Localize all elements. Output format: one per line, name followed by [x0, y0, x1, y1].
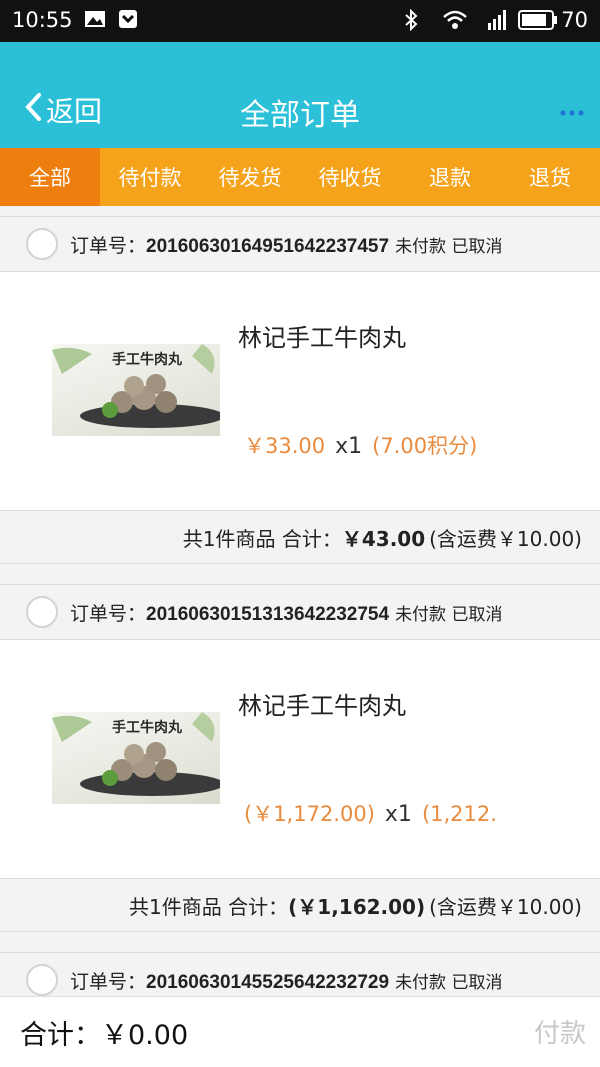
order-header: 订单号：20160630151313642232754 未付款 已取消: [0, 584, 600, 640]
status-time: 10:55: [12, 8, 73, 32]
price-line: (￥1,172.00) x1 (1,212.: [244, 798, 497, 828]
order-item[interactable]: 手工牛肉丸 林记手工牛肉丸 ￥33.00 x1 (7.00积分): [0, 272, 600, 510]
tab-pending-receipt[interactable]: 待收货: [300, 148, 400, 206]
total-value: ￥0.00: [101, 1020, 189, 1051]
order-status: 未付款 已取消: [395, 604, 503, 625]
order-status: 未付款 已取消: [395, 972, 503, 993]
product-points: (1,212.: [421, 802, 497, 826]
price-line: ￥33.00 x1 (7.00积分): [244, 430, 477, 460]
more-icon[interactable]: [560, 102, 584, 121]
shield-notification-icon: [118, 9, 138, 34]
status-bar: 10:55 70: [0, 0, 600, 42]
summary-shipping: (含运费￥10.00): [429, 894, 582, 919]
order-number-line: 订单号：20160630145525642232729: [70, 967, 389, 994]
order-number-line: 订单号：20160630151313642232754: [70, 599, 389, 626]
product-price: (￥1,172.00): [244, 802, 375, 826]
product-image-title: 手工牛肉丸: [112, 719, 183, 736]
order-card: 订单号：20160630145525642232729 未付款 已取消: [0, 952, 600, 996]
product-name: 林记手工牛肉丸: [238, 692, 406, 720]
page-title: 全部订单: [240, 98, 360, 133]
select-radio[interactable]: [26, 596, 58, 628]
product-image-title: 手工牛肉丸: [112, 351, 183, 368]
tab-pending-shipment[interactable]: 待发货: [200, 148, 300, 206]
grand-total: 合计：￥0.00: [20, 1013, 188, 1052]
select-radio[interactable]: [26, 964, 58, 996]
product-quantity: x1: [335, 434, 363, 459]
order-card: 订单号：20160630151313642232754 未付款 已取消 手工牛肉…: [0, 584, 600, 932]
bottom-bar: 合计：￥0.00 付款: [0, 996, 600, 1067]
image-notification-icon: [84, 9, 106, 34]
product-image: 手工牛肉丸: [52, 712, 220, 804]
summary-total: ￥43.00: [341, 526, 426, 551]
wifi-icon: [442, 9, 468, 36]
summary-prefix: 共1件商品 合计：: [182, 526, 342, 551]
order-card: 订单号：20160630164951642237457 未付款 已取消 手工牛肉…: [0, 216, 600, 564]
order-number-line: 订单号：20160630164951642237457: [70, 231, 389, 258]
order-number: 20160630145525642232729: [146, 971, 390, 993]
order-number-label: 订单号：: [70, 603, 147, 625]
order-number-label: 订单号：: [70, 235, 147, 257]
product-name: 林记手工牛肉丸: [238, 324, 406, 352]
tab-pending-payment[interactable]: 待付款: [100, 148, 200, 206]
order-item[interactable]: 手工牛肉丸 林记手工牛肉丸 (￥1,172.00) x1 (1,212.: [0, 640, 600, 878]
order-summary: 共1件商品 合计： (￥1,162.00) (含运费￥10.00): [0, 878, 600, 932]
order-number-label: 订单号：: [70, 971, 147, 993]
battery-level: 70: [561, 8, 588, 32]
order-header: 订单号：20160630145525642232729 未付款 已取消: [0, 952, 600, 996]
total-label: 合计：: [20, 1020, 101, 1051]
summary-shipping: (含运费￥10.00): [429, 526, 582, 551]
tab-refund[interactable]: 退款: [400, 148, 500, 206]
select-radio[interactable]: [26, 228, 58, 260]
bluetooth-icon: [404, 8, 418, 36]
order-list[interactable]: 订单号：20160630164951642237457 未付款 已取消 手工牛肉…: [0, 206, 600, 996]
product-image: 手工牛肉丸: [52, 344, 220, 436]
order-number: 20160630164951642237457: [146, 235, 390, 257]
product-points: (7.00积分): [372, 434, 478, 458]
order-tabs: 全部 待付款 待发货 待收货 退款 退货: [0, 148, 600, 206]
product-price: ￥33.00: [244, 434, 326, 458]
tab-all[interactable]: 全部: [0, 148, 100, 206]
tab-return[interactable]: 退货: [500, 148, 600, 206]
pay-button[interactable]: 付款: [534, 1013, 586, 1050]
summary-total: (￥1,162.00): [288, 894, 426, 919]
signal-icon: [480, 9, 510, 36]
top-bar: 返回 全部订单: [0, 42, 600, 148]
product-quantity: x1: [384, 802, 412, 827]
order-header: 订单号：20160630164951642237457 未付款 已取消: [0, 216, 600, 272]
order-number: 20160630151313642232754: [146, 603, 390, 625]
order-summary: 共1件商品 合计： ￥43.00 (含运费￥10.00): [0, 510, 600, 564]
order-status: 未付款 已取消: [395, 236, 503, 257]
summary-prefix: 共1件商品 合计：: [129, 894, 289, 919]
battery-icon: [518, 9, 558, 36]
